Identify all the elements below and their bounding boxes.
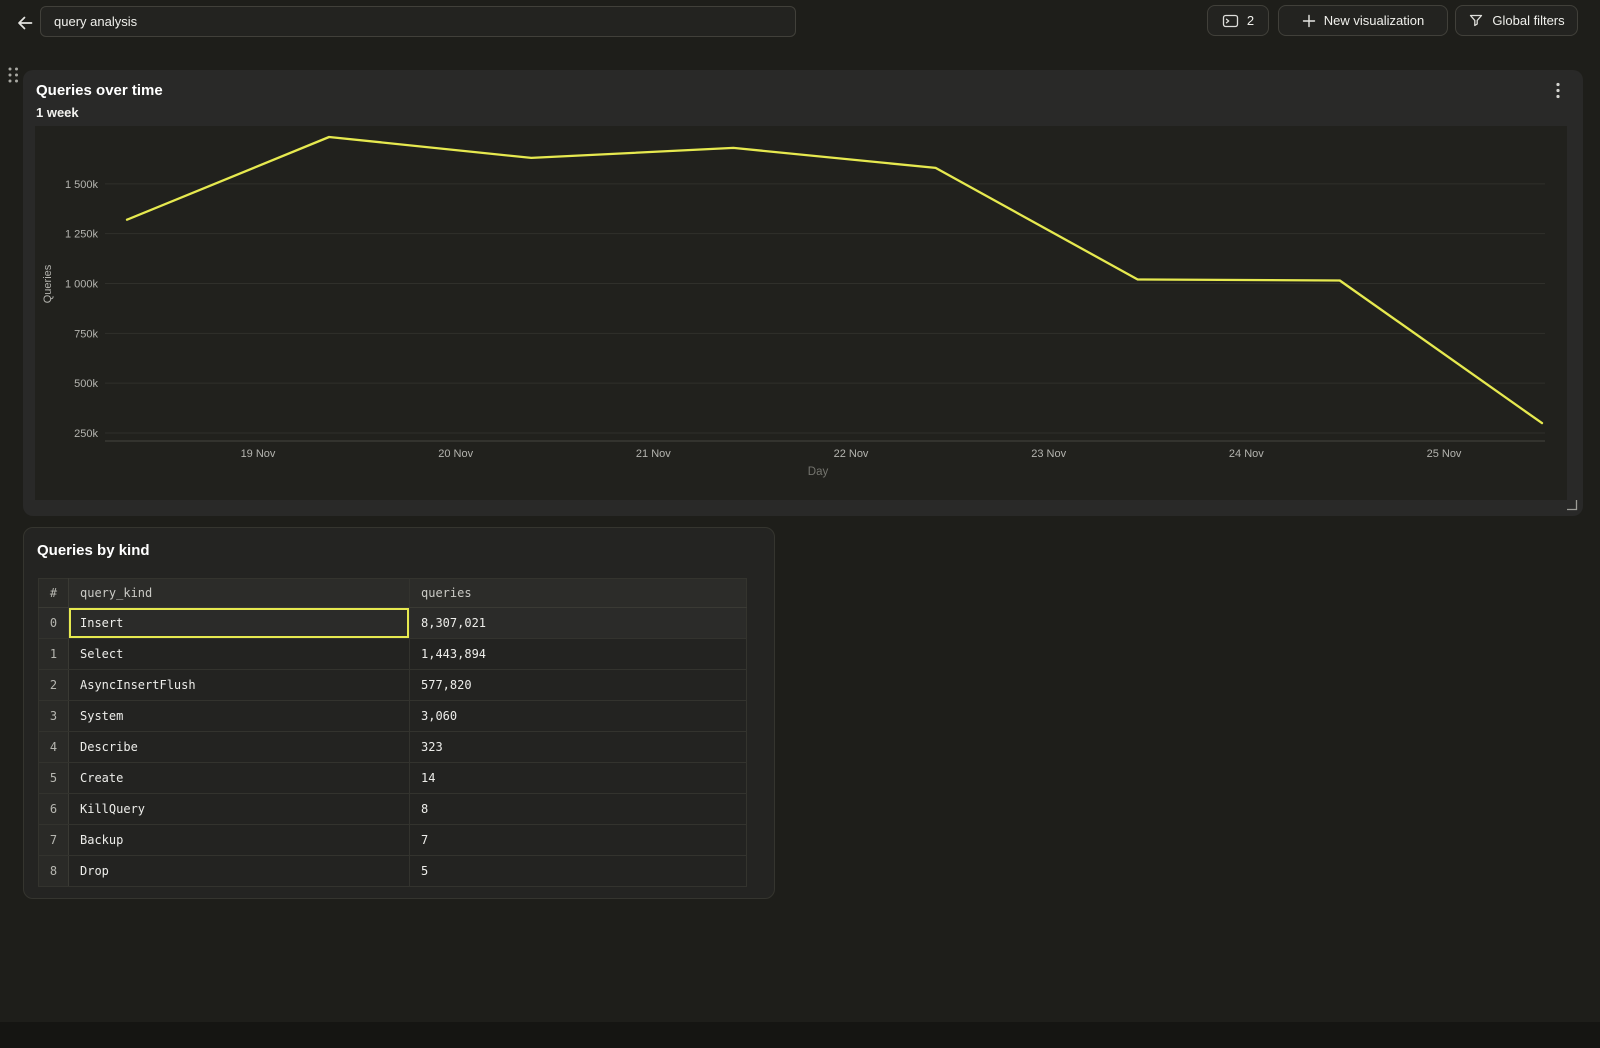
queries-value-cell[interactable]: 7: [410, 825, 747, 856]
table-title: Queries by kind: [37, 542, 150, 559]
kebab-menu-icon: [1556, 82, 1560, 99]
queries-value-cell[interactable]: 14: [410, 763, 747, 794]
table-row: 0Insert8,307,021: [39, 608, 747, 639]
y-tick-label: 1 250k: [65, 229, 99, 241]
x-tick-label: 19 Nov: [241, 448, 276, 460]
table-row: 7Backup7: [39, 825, 747, 856]
funnel-icon: [1468, 13, 1484, 28]
y-tick-label: 750k: [74, 328, 98, 340]
table-row: 1Select1,443,894: [39, 639, 747, 670]
chart-title: Queries over time: [36, 82, 163, 99]
queries-value-cell[interactable]: 577,820: [410, 670, 747, 701]
console-count: 2: [1247, 13, 1254, 28]
query-kind-cell[interactable]: Backup: [69, 825, 410, 856]
x-tick-label: 25 Nov: [1427, 448, 1462, 460]
row-index-cell: 6: [39, 794, 69, 825]
column-header-queries[interactable]: queries: [410, 579, 747, 608]
drag-handle-icon: [7, 66, 20, 84]
queries-by-kind-card: Queries by kind #query_kindqueries 0Inse…: [23, 527, 775, 899]
table-row: 3System3,060: [39, 701, 747, 732]
y-tick-label: 1 500k: [65, 179, 99, 191]
row-index-cell: 3: [39, 701, 69, 732]
row-index-cell: 7: [39, 825, 69, 856]
query-kind-cell[interactable]: Select: [69, 639, 410, 670]
table-row: 5Create14: [39, 763, 747, 794]
table-header-row: #query_kindqueries: [39, 579, 747, 608]
queries-over-time-chart: 1 500k 1 250k 1 000k 750k 500k 250k 19 Nov 20 N…: [35, 126, 1567, 500]
arrow-left-icon: [15, 13, 35, 33]
row-index-cell: 2: [39, 670, 69, 701]
x-tick-label: 24 Nov: [1229, 448, 1264, 460]
line-chart-canvas[interactable]: 1 500k 1 250k 1 000k 750k 500k 250k 19 Nov 20 N…: [35, 126, 1567, 500]
dashboard-title-input[interactable]: [40, 6, 796, 37]
x-tick-label: 21 Nov: [636, 448, 671, 460]
resize-corner-icon: [1566, 499, 1578, 511]
row-index-cell: 5: [39, 763, 69, 794]
queries-value-cell[interactable]: 323: [410, 732, 747, 763]
y-tick-label: 250k: [74, 428, 98, 440]
bottom-strip: [0, 1022, 1600, 1048]
queries-by-kind-table: #query_kindqueries 0Insert8,307,0211Sele…: [38, 578, 747, 887]
table-header: #query_kindqueries: [39, 579, 747, 608]
chart-menu-button[interactable]: [1549, 79, 1567, 101]
x-tick-label: 20 Nov: [438, 448, 473, 460]
plus-icon: [1302, 14, 1316, 28]
column-header-index[interactable]: #: [39, 579, 69, 608]
table-row: 6KillQuery8: [39, 794, 747, 825]
queries-over-time-card: Queries over time 1 week 1 500k 1 250k 1 0…: [23, 70, 1583, 516]
row-index-cell: 8: [39, 856, 69, 887]
queries-value-cell[interactable]: 5: [410, 856, 747, 887]
y-axis-title: Queries: [42, 264, 54, 303]
row-index-cell: 0: [39, 608, 69, 639]
query-kind-cell[interactable]: System: [69, 701, 410, 732]
query-kind-cell[interactable]: Drop: [69, 856, 410, 887]
table-row: 4Describe323: [39, 732, 747, 763]
global-filters-button[interactable]: Global filters: [1455, 5, 1578, 36]
table-row: 8Drop5: [39, 856, 747, 887]
queries-line-series: [127, 137, 1542, 423]
column-header-query_kind[interactable]: query_kind: [69, 579, 410, 608]
console-icon: [1222, 13, 1239, 29]
y-tick-label: 500k: [74, 378, 98, 390]
queries-value-cell[interactable]: 8: [410, 794, 747, 825]
card-drag-handle[interactable]: [7, 66, 20, 89]
query-kind-cell[interactable]: KillQuery: [69, 794, 410, 825]
chart-subtitle: 1 week: [36, 105, 79, 120]
queries-value-cell[interactable]: 8,307,021: [410, 608, 747, 639]
new-visualization-button[interactable]: New visualization: [1278, 5, 1448, 36]
table-row: 2AsyncInsertFlush577,820: [39, 670, 747, 701]
query-kind-cell[interactable]: AsyncInsertFlush: [69, 670, 410, 701]
global-filters-label: Global filters: [1492, 13, 1564, 28]
x-axis-title: Day: [808, 466, 829, 478]
query-kind-cell[interactable]: Create: [69, 763, 410, 794]
top-bar: 2 New visualization Global filters: [0, 0, 1600, 46]
queries-value-cell[interactable]: 3,060: [410, 701, 747, 732]
query-kind-cell[interactable]: Describe: [69, 732, 410, 763]
row-index-cell: 4: [39, 732, 69, 763]
card-resize-handle[interactable]: [1566, 498, 1578, 516]
query-kind-cell[interactable]: Insert: [69, 608, 410, 639]
queries-value-cell[interactable]: 1,443,894: [410, 639, 747, 670]
x-tick-label: 22 Nov: [834, 448, 869, 460]
y-tick-label: 1 000k: [65, 279, 99, 291]
new-visualization-label: New visualization: [1324, 13, 1424, 28]
back-button[interactable]: [10, 8, 40, 38]
x-tick-label: 23 Nov: [1031, 448, 1066, 460]
row-index-cell: 1: [39, 639, 69, 670]
console-queries-button[interactable]: 2: [1207, 5, 1269, 36]
